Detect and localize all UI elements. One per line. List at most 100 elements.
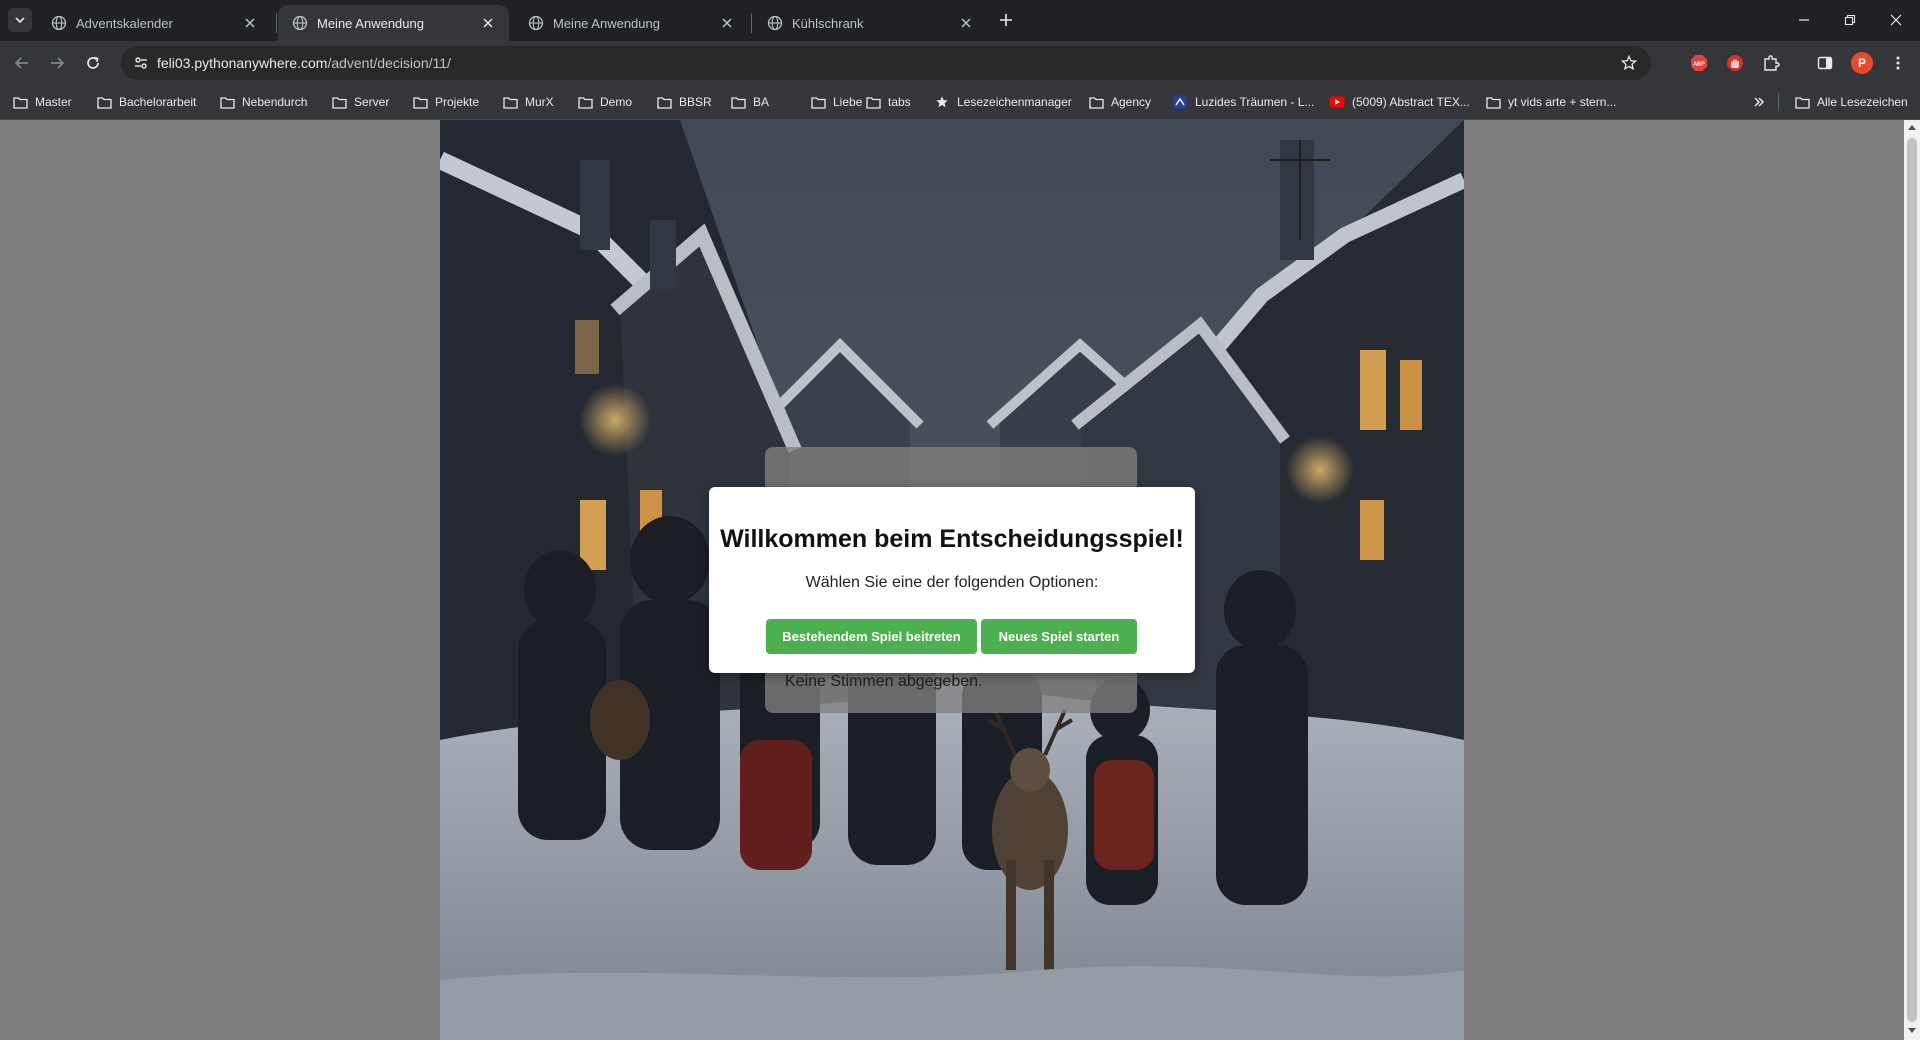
bookmark-item[interactable]: Luzides Träumen - L...: [1172, 91, 1314, 113]
tab-meine-anwendung-active[interactable]: Meine Anwendung: [278, 5, 509, 41]
background-image-winter-village: Keine Stimmen abgegeben. Willkommen beim…: [440, 120, 1464, 1040]
tab-kuehlschrank[interactable]: Kühlschrank: [753, 5, 987, 41]
site-info-button[interactable]: [129, 51, 153, 75]
tab-separator: [751, 13, 752, 33]
new-game-button[interactable]: Neues Spiel starten: [981, 619, 1137, 654]
bookmark-item[interactable]: Demo: [577, 91, 632, 113]
restore-button[interactable]: [1827, 0, 1873, 40]
folder-icon: [656, 94, 672, 110]
folder-icon: [331, 94, 347, 110]
bookmark-item[interactable]: yt vids arte + stern...: [1485, 91, 1616, 113]
join-game-button[interactable]: Bestehendem Spiel beitreten: [766, 619, 977, 654]
arrow-left-icon: [14, 57, 28, 69]
bookmark-item[interactable]: BA: [730, 91, 769, 113]
extensions-button[interactable]: [1760, 52, 1782, 74]
scroll-up-arrow-icon[interactable]: [1908, 125, 1916, 130]
bookmark-label: Bachelorarbeit: [119, 95, 197, 109]
chevron-down-icon: [15, 17, 25, 24]
reload-icon: [87, 56, 99, 69]
scroll-down-arrow-icon[interactable]: [1908, 1028, 1916, 1033]
bookmark-item[interactable]: BBSR: [656, 91, 712, 113]
bookmark-item[interactable]: Agency: [1088, 91, 1151, 113]
page-viewport: Keine Stimmen abgegeben. Willkommen beim…: [0, 120, 1904, 1040]
folder-icon: [730, 94, 746, 110]
bookmark-label: BBSR: [679, 95, 712, 109]
hand-stop-icon: [1727, 55, 1743, 71]
bookmark-label: BA: [753, 95, 770, 109]
modal-subtitle: Wählen Sie eine der folgenden Optionen:: [805, 574, 1099, 591]
adblock-plus-icon: ABP: [1691, 55, 1707, 71]
bookmark-label: yt vids arte + stern...: [1508, 95, 1617, 109]
close-icon[interactable]: [718, 14, 736, 32]
adblock-extension[interactable]: ABP: [1688, 52, 1710, 74]
globe-icon: [528, 15, 544, 31]
side-panel-icon: [1817, 56, 1833, 70]
folder-icon: [412, 94, 428, 110]
tab-search-button[interactable]: [8, 8, 32, 32]
tune-icon: [135, 57, 147, 69]
hand-extension[interactable]: [1724, 52, 1746, 74]
minimize-button[interactable]: [1781, 0, 1827, 40]
bookmarks-overflow-button[interactable]: [1752, 91, 1766, 113]
double-chevron-right-icon: [1754, 97, 1765, 107]
bookmark-label: Lesezeichenmanager: [957, 95, 1072, 109]
folder-icon: [1794, 94, 1810, 110]
close-icon[interactable]: [957, 14, 975, 32]
tab-strip: Adventskalender Meine Anwendung Meine An…: [0, 0, 1920, 41]
url-host: feli03.pythonanywhere.com: [157, 55, 328, 71]
folder-icon: [12, 94, 28, 110]
folder-icon: [96, 94, 112, 110]
bookmarks-bar: Master Bachelorarbeit Nebendurch Server Proj…: [0, 85, 1920, 120]
folder-icon: [219, 94, 235, 110]
site-icon: [1172, 94, 1188, 110]
browser-menu-button[interactable]: [1887, 52, 1909, 74]
profile-avatar[interactable]: P: [1851, 52, 1873, 74]
tab-adventskalender[interactable]: Adventskalender: [37, 5, 271, 41]
bookmark-item[interactable]: tabs: [865, 91, 911, 113]
bookmark-item[interactable]: Projekte: [412, 91, 479, 113]
bookmark-item[interactable]: Liebe: [810, 91, 862, 113]
bookmark-item[interactable]: (5009) Abstract TEX...: [1329, 91, 1470, 113]
close-icon[interactable]: [241, 14, 259, 32]
bookmark-label: Luzides Träumen - L...: [1195, 95, 1315, 109]
folder-icon: [577, 94, 593, 110]
restore-icon: [1844, 14, 1856, 26]
side-panel-button[interactable]: [1814, 52, 1836, 74]
tab-meine-anwendung[interactable]: Meine Anwendung: [514, 5, 748, 41]
new-tab-button[interactable]: [994, 8, 1018, 32]
bookmark-item[interactable]: Nebendurch: [219, 91, 307, 113]
back-button[interactable]: [6, 47, 38, 79]
close-icon[interactable]: [479, 14, 497, 32]
star-icon: [1621, 55, 1637, 71]
bookmark-star-button[interactable]: [1617, 51, 1641, 75]
all-bookmarks-label: Alle Lesezeichen: [1817, 95, 1908, 109]
welcome-modal: Willkommen beim Entscheidungsspiel! Wähl…: [709, 487, 1195, 673]
forward-button[interactable]: [41, 47, 73, 79]
youtube-icon: [1329, 94, 1345, 110]
bookmarks-separator: [1778, 93, 1779, 111]
folder-icon: [865, 94, 881, 110]
bookmark-label: Server: [354, 95, 390, 109]
bookmark-item[interactable]: Master: [12, 91, 72, 113]
all-bookmarks-folder[interactable]: Alle Lesezeichen: [1794, 91, 1908, 113]
bookmark-label: MurX: [525, 95, 554, 109]
votes-status-text: Keine Stimmen abgegeben.: [785, 673, 983, 690]
folder-icon: [1485, 94, 1501, 110]
minimize-icon: [1799, 19, 1809, 21]
address-bar[interactable]: feli03.pythonanywhere.com/advent/decisio…: [121, 46, 1651, 80]
bookmark-item[interactable]: Bachelorarbeit: [96, 91, 196, 113]
window-close-button[interactable]: [1873, 0, 1919, 40]
tab-label: Kühlschrank: [792, 15, 864, 31]
page-scrollbar[interactable]: [1904, 120, 1920, 1040]
puzzle-icon: [1764, 55, 1780, 71]
scrollbar-thumb[interactable]: [1907, 138, 1917, 1022]
bookmark-item[interactable]: Server: [331, 91, 389, 113]
bookmark-label: Master: [35, 95, 72, 109]
reload-button[interactable]: [77, 47, 109, 79]
abp-label: ABP: [1693, 62, 1705, 68]
bookmark-label: tabs: [888, 95, 911, 109]
bookmark-item[interactable]: Lesezeichenmanager: [934, 91, 1072, 113]
browser-toolbar: feli03.pythonanywhere.com/advent/decisio…: [0, 41, 1920, 85]
bookmark-item[interactable]: MurX: [502, 91, 554, 113]
bookmark-label: Demo: [600, 95, 633, 109]
